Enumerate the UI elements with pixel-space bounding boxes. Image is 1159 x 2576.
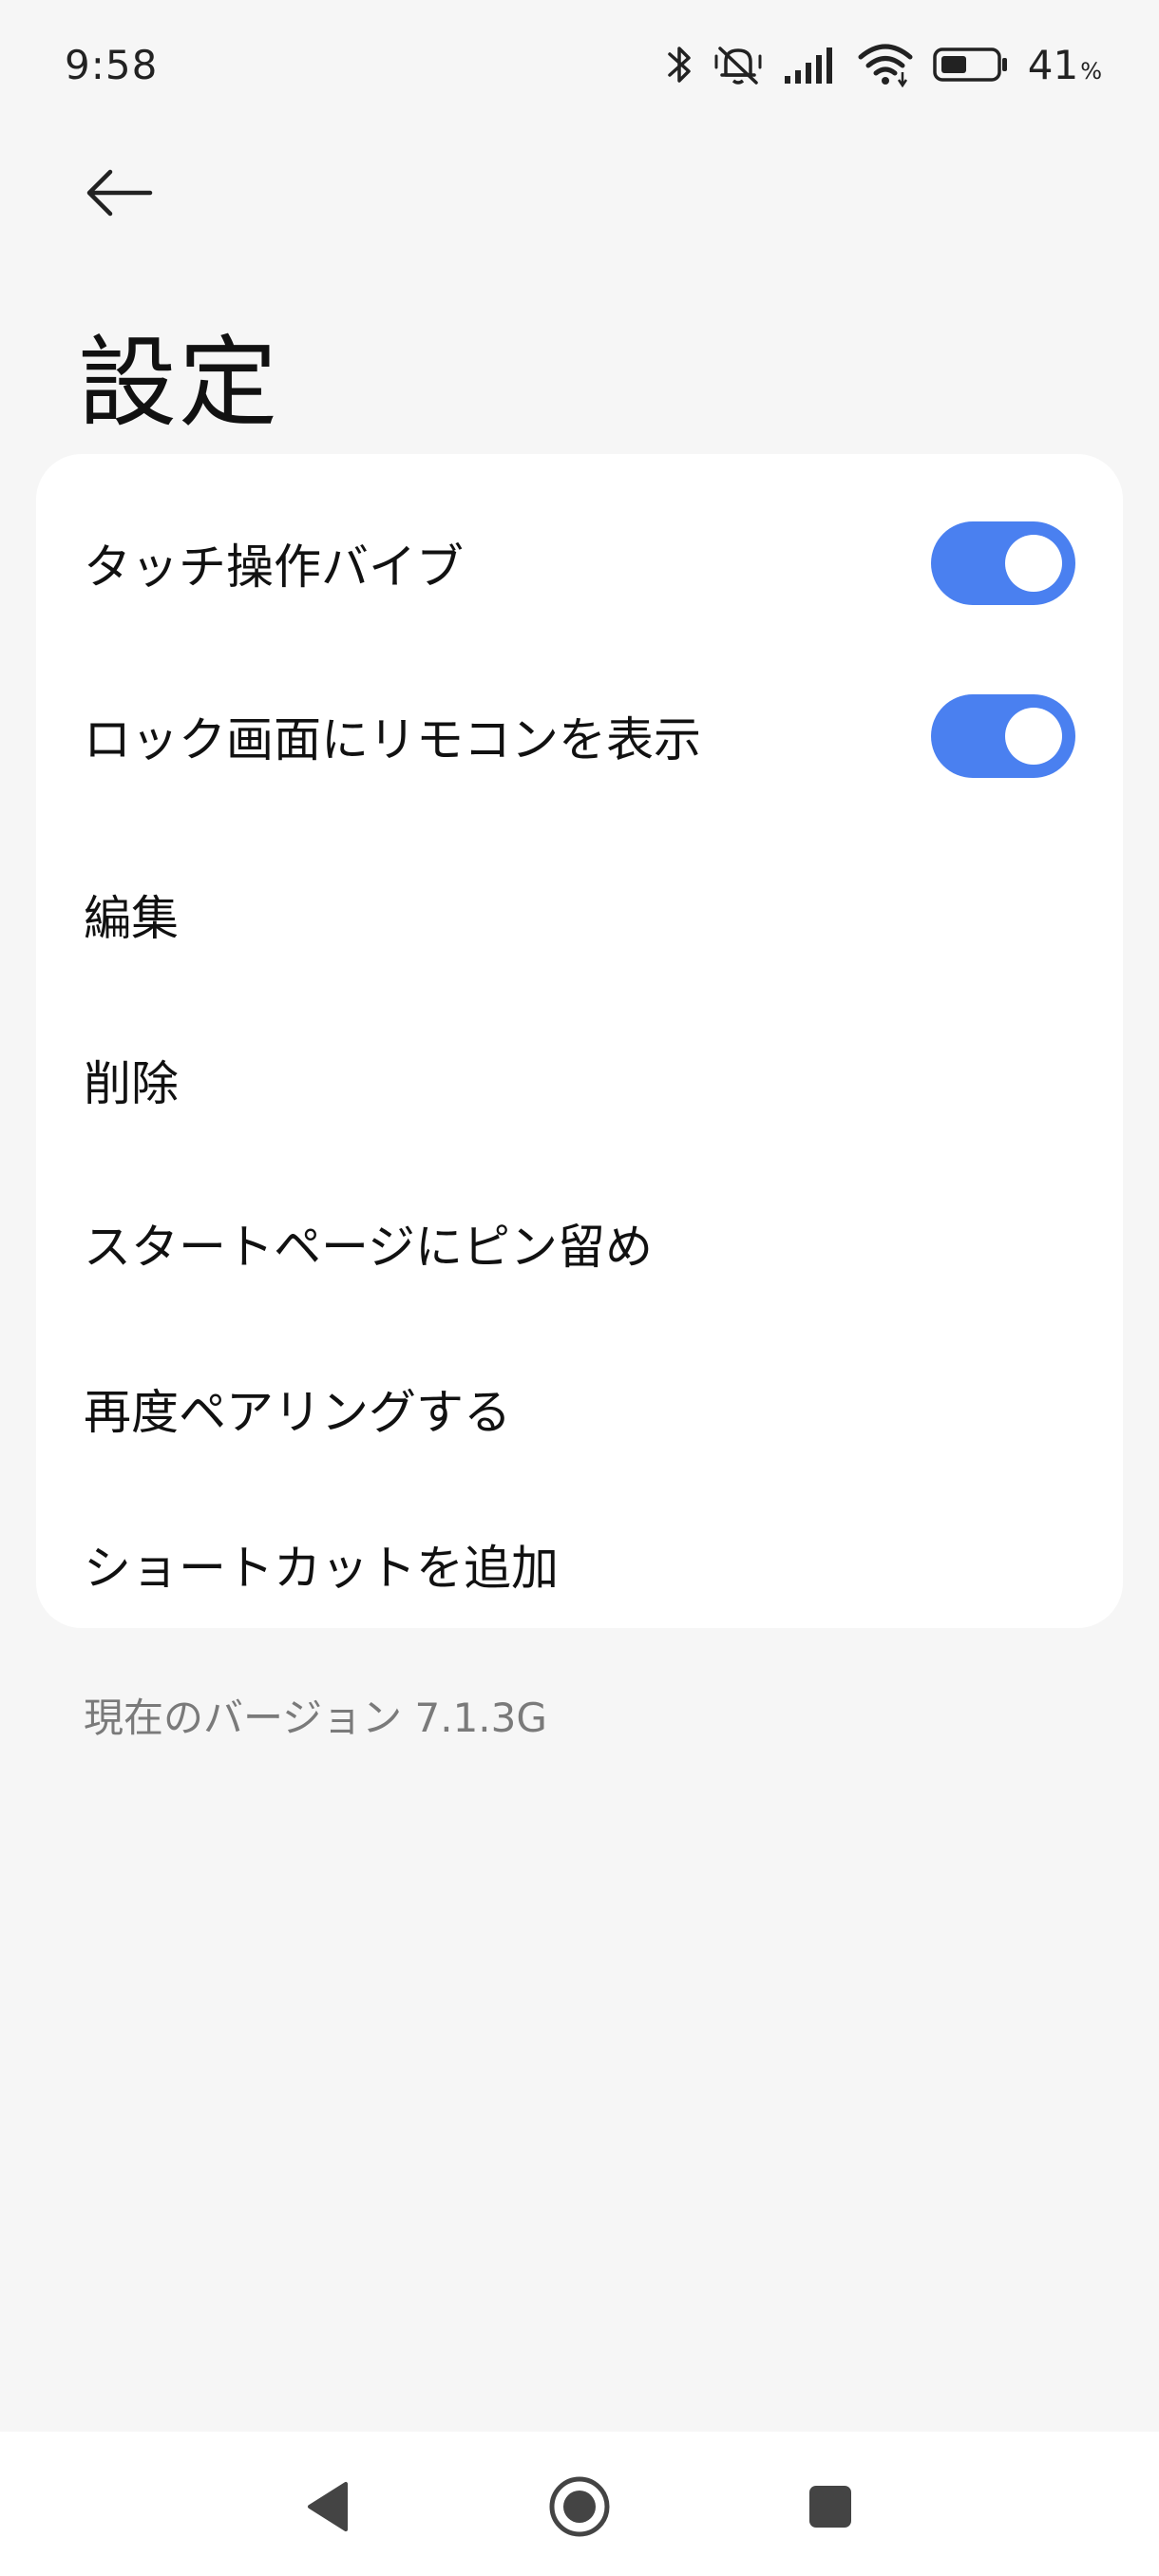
settings-card: タッチ操作バイブ ロック画面にリモコンを表示 編集 削除 スタートページにピン留…	[36, 454, 1123, 1628]
setting-label: 編集	[84, 891, 179, 946]
status-icons: 41 %	[665, 38, 1102, 91]
wifi-icon	[857, 42, 914, 87]
bluetooth-icon	[665, 41, 694, 88]
setting-pin-start-page[interactable]: スタートページにピン留め	[36, 1172, 1123, 1315]
battery-percent: 41 %	[1028, 42, 1102, 88]
nav-home-icon	[547, 2474, 612, 2543]
status-bar: 9:58 41 %	[0, 0, 1159, 133]
page-title: 設定	[78, 325, 280, 441]
setting-edit[interactable]: 編集	[36, 843, 1123, 986]
setting-label: ロック画面にリモコンを表示	[84, 712, 701, 767]
setting-label: 削除	[84, 1056, 179, 1111]
navigation-bar	[0, 2432, 1159, 2576]
nav-recents-icon	[807, 2483, 854, 2534]
setting-lockscreen-remote[interactable]: ロック画面にリモコンを表示	[36, 665, 1123, 807]
nav-back-button[interactable]	[285, 2466, 370, 2551]
setting-re-pair[interactable]: 再度ペアリングする	[36, 1337, 1123, 1480]
toggle-knob	[1005, 708, 1062, 765]
battery-percent-value: 41	[1027, 41, 1079, 88]
version-text: 現在のバージョン 7.1.3G	[84, 1695, 547, 1741]
nav-recents-button[interactable]	[788, 2466, 873, 2551]
back-button[interactable]	[76, 157, 162, 233]
setting-add-shortcut[interactable]: ショートカットを追加	[36, 1503, 1123, 1626]
signal-icon	[783, 44, 838, 85]
back-arrow-icon	[84, 167, 154, 222]
setting-label: 再度ペアリングする	[84, 1385, 511, 1440]
settings-screen: 9:58 41 % 設定 タッチ操作バイブ ロック画面にリモコンを表示 編集 削…	[0, 0, 1159, 2576]
battery-icon	[932, 46, 1009, 84]
nav-back-icon	[304, 2480, 352, 2537]
setting-label: スタートページにピン留め	[84, 1220, 653, 1275]
silent-icon	[712, 41, 764, 88]
setting-delete[interactable]: 削除	[36, 1009, 1123, 1151]
toggle-knob	[1005, 535, 1062, 592]
lockscreen-remote-toggle[interactable]	[931, 694, 1075, 778]
setting-label: タッチ操作バイブ	[84, 540, 464, 595]
nav-home-button[interactable]	[537, 2466, 622, 2551]
touch-vibration-toggle[interactable]	[931, 521, 1075, 605]
battery-percent-sign: %	[1080, 57, 1102, 85]
setting-label: ショートカットを追加	[84, 1541, 559, 1596]
status-time: 9:58	[65, 42, 159, 88]
setting-touch-vibration[interactable]: タッチ操作バイブ	[36, 492, 1123, 635]
